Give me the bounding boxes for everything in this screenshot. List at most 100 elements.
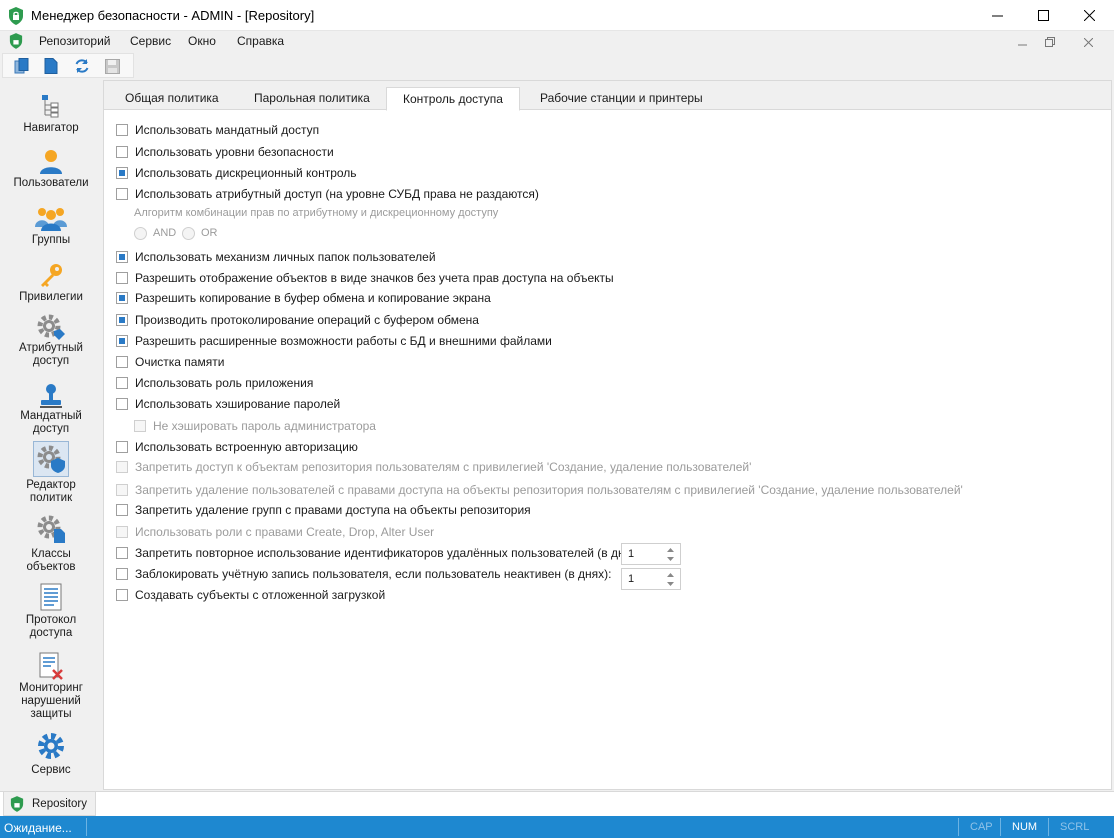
checkbox[interactable]: [116, 568, 128, 580]
radio-button[interactable]: [182, 226, 195, 240]
checkbox[interactable]: [116, 547, 128, 559]
option-memory-clearing[interactable]: Очистка памяти: [116, 354, 224, 370]
tab-access-control[interactable]: Контроль доступа: [386, 87, 520, 111]
checkbox[interactable]: [134, 420, 146, 432]
minimize-button[interactable]: [974, 0, 1020, 31]
window-title: Менеджер безопасности - ADMIN - [Reposit…: [31, 8, 315, 23]
option-clipboard-logging[interactable]: Производить протоколирование операций с …: [116, 312, 479, 328]
option-personal-folders[interactable]: Использовать механизм личных папок польз…: [116, 249, 436, 265]
radio-or[interactable]: OR: [182, 225, 218, 241]
save-icon[interactable]: [103, 57, 121, 75]
violation-icon: [33, 648, 69, 684]
option-lock-inactive-account[interactable]: Заблокировать учётную запись пользовател…: [116, 566, 612, 582]
checkbox[interactable]: [116, 124, 128, 136]
shield-lock-icon: [10, 796, 24, 815]
checkbox[interactable]: [116, 167, 128, 179]
checkbox[interactable]: [116, 356, 128, 368]
checkbox[interactable]: [116, 188, 128, 200]
maximize-button[interactable]: [1020, 0, 1066, 31]
nav-item-privileges[interactable]: Привилегии: [0, 254, 102, 309]
chevron-down-icon[interactable]: [666, 556, 674, 562]
option-clipboard-copy[interactable]: Разрешить копирование в буфер обмена и к…: [116, 290, 491, 306]
stamp-icon: [33, 378, 69, 414]
mdi-close-button[interactable]: [1081, 35, 1095, 49]
menu-service[interactable]: Сервис: [130, 34, 171, 48]
option-icons-without-rights[interactable]: Разрешить отображение объектов в виде зн…: [116, 270, 614, 286]
nav-item-mandatory-access[interactable]: Мандатный доступ: [0, 376, 102, 442]
option-deny-id-reuse[interactable]: Запретить повторное использование иденти…: [116, 545, 644, 561]
checkbox[interactable]: [116, 335, 128, 347]
nav-item-users[interactable]: Пользователи: [0, 140, 102, 195]
checkbox[interactable]: [116, 526, 128, 538]
option-builtin-authorization[interactable]: Использовать встроенную авторизацию: [116, 439, 358, 455]
menu-repository[interactable]: Репозиторий: [39, 34, 111, 48]
tab-strip: Общая политика Парольная политика Контро…: [104, 81, 1111, 111]
policy-editor-panel: Общая политика Парольная политика Контро…: [103, 80, 1112, 790]
option-password-hashing[interactable]: Использовать хэширование паролей: [116, 396, 340, 412]
option-mandatory-access[interactable]: Использовать мандатный доступ: [116, 122, 319, 138]
nav-item-service[interactable]: Сервис: [0, 728, 102, 784]
copy-icon[interactable]: [13, 57, 31, 75]
mdi-restore-button[interactable]: [1043, 35, 1057, 49]
mdi-minimize-button[interactable]: [1015, 35, 1029, 49]
left-navigation: Навигатор Пользователи Группы Привилегии…: [0, 80, 102, 790]
tab-password-policy[interactable]: Парольная политика: [254, 91, 370, 105]
status-text: Ожидание...: [4, 821, 72, 835]
lock-days-stepper[interactable]: 1: [621, 568, 681, 590]
stepper-value: 1: [628, 548, 635, 560]
checkbox[interactable]: [116, 589, 128, 601]
num-lock-indicator: NUM: [1012, 821, 1038, 833]
checkbox[interactable]: [116, 314, 128, 326]
option-discretionary-control[interactable]: Использовать дискреционный контроль: [116, 165, 357, 181]
nav-label: Навигатор: [23, 122, 79, 134]
nav-item-policy-editor[interactable]: Редактор политик: [0, 441, 102, 509]
chevron-up-icon[interactable]: [666, 547, 674, 553]
checkbox[interactable]: [116, 398, 128, 410]
chevron-up-icon[interactable]: [666, 572, 674, 578]
tab-workstations-printers[interactable]: Рабочие станции и принтеры: [540, 91, 703, 105]
reuse-days-stepper[interactable]: 1: [621, 543, 681, 565]
radio-button[interactable]: [134, 226, 147, 240]
checkbox[interactable]: [116, 251, 128, 263]
status-divider: [1048, 818, 1049, 836]
refresh-icon[interactable]: [73, 57, 91, 75]
checkbox[interactable]: [116, 441, 128, 453]
checkbox[interactable]: [116, 484, 128, 496]
option-security-levels[interactable]: Использовать уровни безопасности: [116, 144, 334, 160]
nav-label: Группы: [31, 234, 71, 246]
doc-tab-repository[interactable]: Repository: [3, 792, 96, 816]
close-button[interactable]: [1066, 0, 1112, 31]
document-icon[interactable]: [42, 57, 60, 75]
radio-and[interactable]: AND: [134, 225, 176, 241]
nav-label: Классы объектов: [26, 548, 76, 573]
log-icon: [33, 579, 69, 615]
option-deny-repository-access[interactable]: Запретить доступ к объектам репозитория …: [116, 459, 751, 475]
option-roles-create-drop-alter[interactable]: Использовать роли с правами Create, Drop…: [116, 524, 434, 540]
nav-item-groups[interactable]: Группы: [0, 197, 102, 252]
option-lazy-load-subjects[interactable]: Создавать субъекты с отложенной загрузко…: [116, 587, 385, 603]
nav-item-object-classes[interactable]: Классы объектов: [0, 511, 102, 577]
menu-help[interactable]: Справка: [237, 34, 284, 48]
checkbox[interactable]: [116, 146, 128, 158]
nav-item-navigator[interactable]: Навигатор: [0, 80, 102, 138]
checkbox[interactable]: [116, 377, 128, 389]
option-deny-group-deletion[interactable]: Запретить удаление групп с правами досту…: [116, 502, 531, 518]
option-no-admin-hash[interactable]: Не хэшировать пароль администратора: [134, 418, 376, 434]
nav-label: Пользователи: [13, 177, 89, 189]
document-tab-bar: Repository: [0, 791, 1114, 816]
option-attribute-access[interactable]: Использовать атрибутный доступ (на уровн…: [116, 186, 539, 202]
nav-item-attribute-access[interactable]: Атрибутный доступ: [0, 310, 102, 376]
checkbox[interactable]: [116, 461, 128, 473]
chevron-down-icon[interactable]: [666, 581, 674, 587]
nav-item-access-log[interactable]: Протокол доступа: [0, 579, 102, 645]
checkbox[interactable]: [116, 292, 128, 304]
option-extended-db-features[interactable]: Разрешить расширенные возможности работы…: [116, 333, 552, 349]
menu-window[interactable]: Окно: [188, 34, 216, 48]
option-deny-user-deletion[interactable]: Запретить удаление пользователей с права…: [116, 482, 963, 498]
checkbox[interactable]: [116, 272, 128, 284]
policy-gear-icon: [33, 441, 69, 477]
tab-general-policy[interactable]: Общая политика: [125, 91, 219, 105]
option-application-role[interactable]: Использовать роль приложения: [116, 375, 313, 391]
nav-item-violation-monitoring[interactable]: Мониторинг нарушений защиты: [0, 646, 102, 726]
checkbox[interactable]: [116, 504, 128, 516]
